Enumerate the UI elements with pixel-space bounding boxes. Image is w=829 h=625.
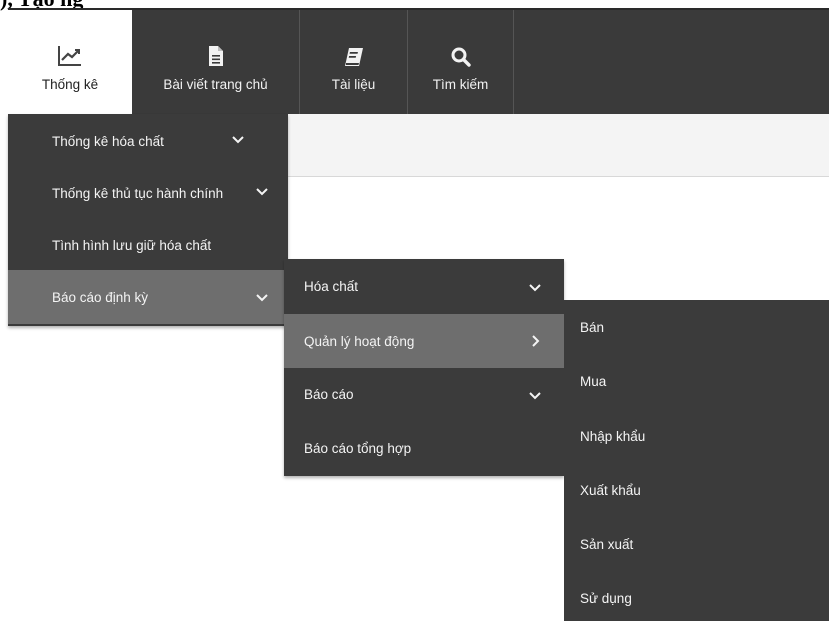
menu-item-tinh-hinh-luu-giu[interactable]: Tình hình lưu giữ hóa chất (8, 218, 288, 272)
menu-item-ban[interactable]: Bán (564, 300, 829, 354)
menu-item-label: Báo cáo tổng hợp (304, 440, 412, 456)
menu-item-label: Mua (580, 373, 607, 389)
document-icon (208, 33, 224, 67)
menu-item-label: Báo cáo định kỳ (52, 289, 149, 305)
menu-item-san-xuat[interactable]: Sản xuất (564, 517, 829, 571)
chevron-down-icon (529, 284, 541, 292)
search-icon (451, 33, 471, 67)
menu-item-xuat-khau[interactable]: Xuất khẩu (564, 463, 829, 517)
menu-item-thong-ke-hoa-chat[interactable]: Thống kê hóa chất (8, 114, 288, 168)
chevron-down-icon (232, 136, 244, 144)
menu-item-thong-ke-thu-tuc-hanh-chinh[interactable]: Thống kê thủ tục hành chính (8, 166, 288, 220)
menu-item-quan-ly-hoat-dong[interactable]: Quản lý hoạt động (284, 314, 564, 368)
tab-label: Bài viết trang chủ (163, 76, 268, 92)
menu-item-bao-cao[interactable]: Báo cáo (284, 367, 564, 421)
tab-thong-ke[interactable]: Thống kê (8, 10, 132, 114)
dropdown-thong-ke: Thống kê hóa chất Thống kê thủ tục hành … (8, 114, 288, 326)
tab-bai-viet-trang-chu[interactable]: Bài viết trang chủ (132, 10, 300, 114)
menu-item-bao-cao-dinh-ky[interactable]: Báo cáo định kỳ (8, 270, 288, 324)
top-navigation-bar: Thống kê Bài viết trang chủ Tài liệu Tìm… (8, 8, 829, 114)
menu-item-label: Sử dụng (580, 590, 632, 606)
menu-item-hoa-chat[interactable]: Hóa chất (284, 259, 564, 313)
menu-item-label: Tình hình lưu giữ hóa chất (52, 237, 212, 253)
menu-item-nhap-khau[interactable]: Nhập khẩu (564, 409, 829, 463)
tab-tim-kiem[interactable]: Tìm kiếm (408, 10, 514, 114)
tab-label: Thống kê (41, 76, 99, 92)
menu-item-label: Báo cáo (304, 386, 354, 402)
menu-item-label: Quản lý hoạt động (304, 333, 415, 349)
chevron-down-icon (256, 188, 268, 196)
chevron-down-icon (256, 294, 268, 302)
menu-item-mua[interactable]: Mua (564, 354, 829, 408)
tab-label: Tìm kiếm (432, 76, 489, 92)
line-chart-icon (57, 33, 83, 67)
chevron-down-icon (529, 392, 541, 400)
menu-item-label: Hóa chất (304, 278, 359, 294)
menu-item-label: Sản xuất (580, 536, 634, 552)
menu-item-label: Thống kê thủ tục hành chính (52, 185, 224, 201)
chevron-right-icon (532, 335, 540, 347)
tab-label: Tài liệu (331, 76, 376, 92)
menu-item-bao-cao-tong-hop[interactable]: Báo cáo tổng hợp (284, 421, 564, 475)
menu-item-label: Nhập khẩu (580, 428, 646, 444)
dropdown-quan-ly-hoat-dong: Bán Mua Nhập khẩu Xuất khẩu Sản xuất Sử … (564, 300, 829, 621)
dropdown-bao-cao-dinh-ky: Hóa chất Quản lý hoạt động Báo cáo Báo c… (284, 259, 564, 476)
book-icon (344, 33, 364, 67)
menu-item-su-dung[interactable]: Sử dụng (564, 571, 829, 625)
menu-item-label: Bán (580, 319, 605, 335)
content-header-band (288, 114, 829, 177)
menu-item-label: Thống kê hóa chất (52, 133, 164, 149)
menu-item-label: Xuất khẩu (580, 482, 641, 498)
tab-tai-lieu[interactable]: Tài liệu (300, 10, 408, 114)
